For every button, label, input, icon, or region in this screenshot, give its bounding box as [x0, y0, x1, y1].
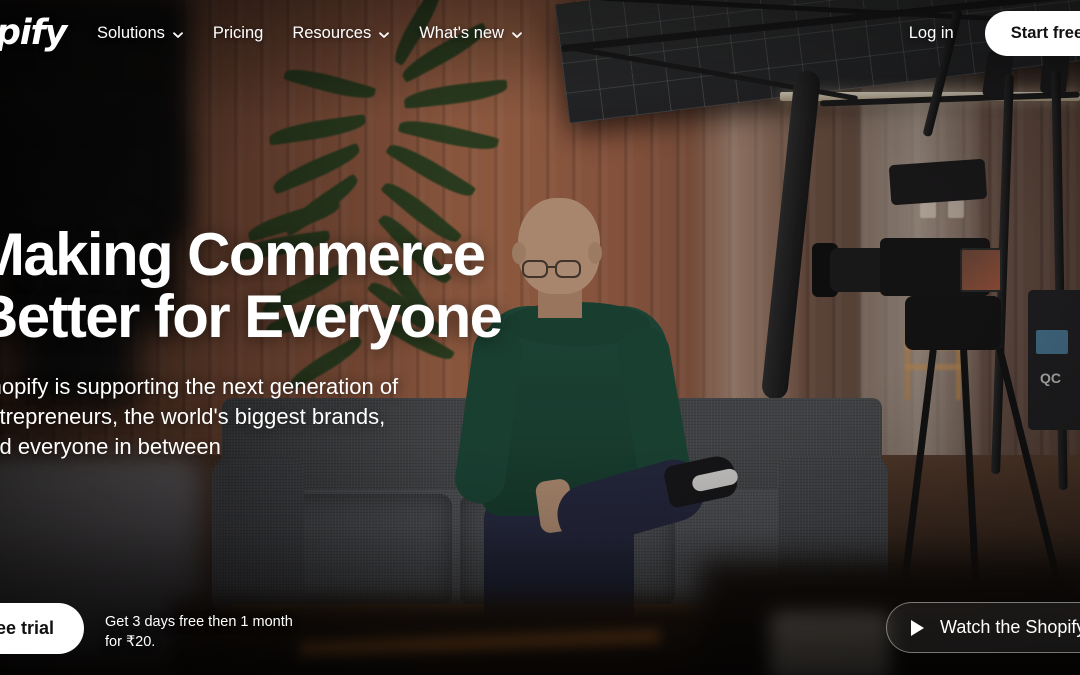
trial-note-line2: for ₹20.: [105, 634, 156, 651]
watch-shopify-story-button[interactable]: Watch the Shopify Story: [886, 602, 1080, 653]
field-monitor-screen: [1036, 330, 1068, 354]
trial-offer-note: Get 3 days free then 1 month for ₹20.: [105, 612, 300, 653]
chevron-down-icon: [511, 27, 523, 39]
nav-item-label: Solutions: [97, 23, 165, 42]
hero-subheading: Shopify is supporting the next generatio…: [0, 373, 399, 459]
nav-item-solutions[interactable]: Solutions: [97, 24, 184, 43]
monitor-badge: QC: [1040, 370, 1061, 386]
nav-item-resources[interactable]: Resources: [292, 24, 390, 43]
play-icon: [911, 619, 924, 636]
chevron-down-icon: [172, 27, 184, 39]
hero-headline-line1: Making Commerce: [0, 221, 486, 288]
nav-links: Solutions Pricing Resources What's new: [97, 0, 523, 66]
top-navigation-bar: opify Solutions Pricing Resources What's…: [0, 0, 1080, 66]
nav-item-pricing[interactable]: Pricing: [213, 24, 263, 43]
camera-top-unit: [888, 158, 988, 206]
hero-copy: Making Commerce Better for Everyone Shop…: [0, 224, 615, 462]
start-free-trial-button[interactable]: Start free trial: [984, 10, 1080, 56]
hero-bottom-bar: Start free trial Get 3 days free then 1 …: [0, 597, 1080, 675]
nav-right-actions: Log in Start free trial: [909, 0, 1080, 66]
nav-item-label: What's new: [419, 23, 504, 42]
watch-button-label: Watch the Shopify Story: [940, 617, 1080, 637]
nav-item-label: Pricing: [212, 23, 264, 42]
nav-item-whats-new[interactable]: What's new: [419, 24, 523, 43]
field-monitor: [1028, 290, 1080, 430]
trial-note-line1: Get 3 days free then 1 month: [105, 613, 293, 630]
camera-screen: [960, 248, 1002, 292]
shopify-logo[interactable]: opify: [0, 16, 67, 51]
hero-headline-line2: Better for Everyone: [0, 282, 503, 350]
chevron-down-icon: [378, 27, 390, 39]
nav-item-label: Resources: [292, 23, 372, 42]
sofa-arm-left: [212, 458, 304, 618]
log-in-link[interactable]: Log in: [909, 24, 954, 43]
tripod-head: [905, 296, 1001, 350]
bottom-start-free-trial-button[interactable]: Start free trial: [0, 603, 85, 654]
shopify-hero-page: QC ify Solutions Pricing Resources What'…: [0, 0, 1080, 675]
